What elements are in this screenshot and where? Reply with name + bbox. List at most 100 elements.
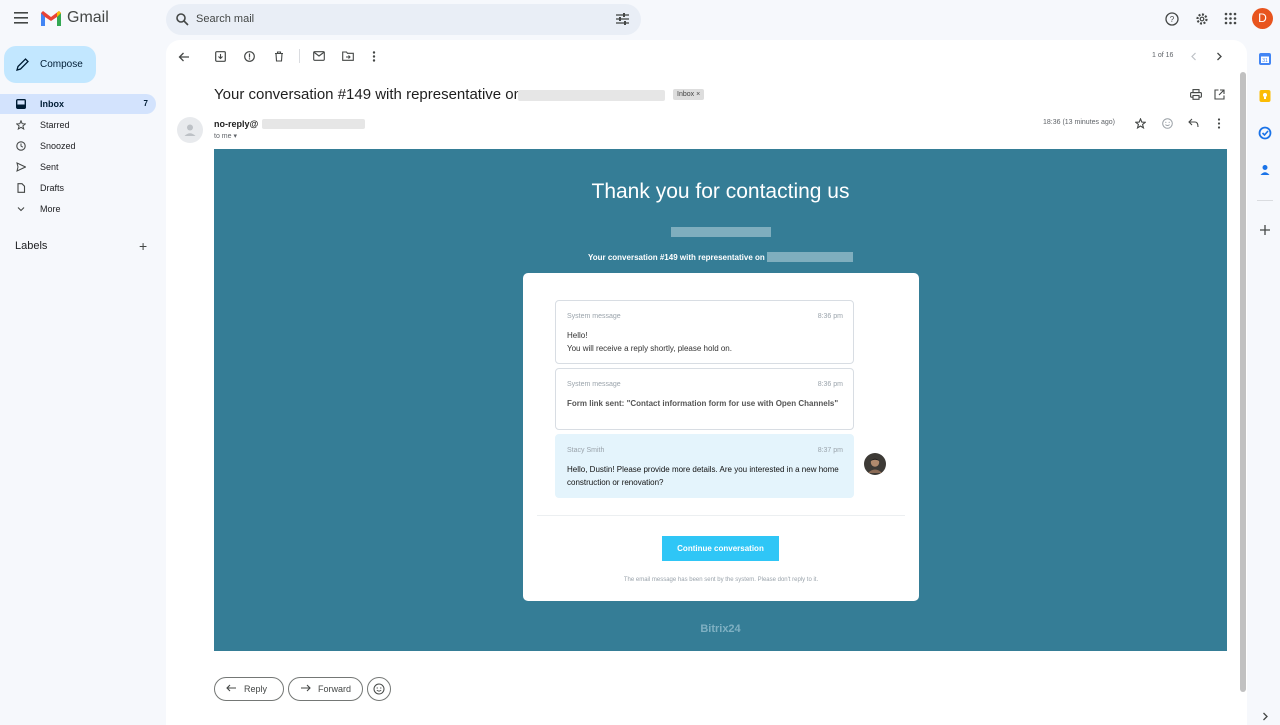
more-options-icon[interactable] (372, 51, 376, 62)
clock-icon (16, 141, 26, 151)
redacted-text (767, 252, 854, 262)
app-name: Gmail (67, 9, 109, 26)
message-timestamp: 8:36 pm (817, 313, 843, 320)
message-text: Hello! You will receive a reply shortly,… (567, 329, 842, 355)
sidebar-item-label: Drafts (40, 183, 65, 193)
reply-arrow-icon[interactable] (1188, 118, 1199, 128)
system-note: The email message has been sent by the s… (623, 577, 819, 583)
inbox-label-chip[interactable]: Inbox × (673, 89, 705, 100)
star-toggle-icon[interactable] (1135, 118, 1146, 129)
agent-avatar (864, 453, 886, 475)
labels-heading: Labels (15, 240, 48, 252)
recipient-text: to me (214, 133, 232, 140)
sidebar-item-sent[interactable]: Sent (0, 157, 156, 177)
send-icon (16, 162, 26, 172)
email-subtitle: Your conversation #149 with representati… (214, 252, 1227, 262)
sidebar-item-label: Starred (40, 120, 70, 130)
card-divider (537, 515, 905, 516)
reply-arrow-icon (226, 684, 237, 693)
keep-notes-icon[interactable] (1258, 89, 1272, 103)
message-timestamp: 8:36 pm (817, 381, 843, 388)
compose-button[interactable]: Compose (4, 46, 96, 83)
sidebar-item-inbox[interactable]: Inbox 7 (0, 94, 156, 114)
expand-side-panel-icon[interactable] (1262, 712, 1269, 721)
email-title: Thank you for contacting us (591, 180, 850, 203)
message-time: 18:36 (13 minutes ago) (1043, 119, 1115, 126)
emoji-reaction-button[interactable] (367, 677, 391, 701)
back-arrow-icon[interactable] (178, 51, 190, 63)
chat-message: System message 8:36 pm Form link sent: "… (555, 368, 854, 430)
newer-chevron-icon[interactable] (1190, 52, 1197, 61)
sidebar-item-drafts[interactable]: Drafts (0, 178, 156, 198)
pencil-icon (16, 58, 29, 71)
main-menu-icon[interactable] (14, 12, 28, 26)
compose-label: Compose (40, 59, 83, 70)
reply-label: Reply (244, 684, 268, 694)
gmail-logo-icon[interactable] (40, 10, 62, 27)
sidebar-item-label: Snoozed (40, 141, 76, 151)
message-line: You will receive a reply shortly, please… (567, 344, 732, 353)
account-avatar[interactable]: D (1252, 8, 1273, 29)
mark-unread-icon[interactable] (313, 51, 325, 61)
sidebar-item-starred[interactable]: Starred (0, 115, 156, 135)
settings-gear-icon[interactable] (1195, 12, 1209, 26)
sidebar-item-snoozed[interactable]: Snoozed (0, 136, 156, 156)
message-text: Form link sent: "Contact information for… (567, 399, 839, 408)
star-icon (16, 120, 26, 130)
scrollbar-thumb[interactable] (1240, 72, 1246, 692)
help-icon[interactable]: ? (1165, 12, 1179, 26)
redacted-text (262, 119, 365, 129)
email-subtitle-text: Your conversation #149 with representati… (587, 253, 765, 262)
redacted-text (518, 90, 665, 101)
chevron-down-icon (16, 204, 26, 214)
sidebar-item-label: Sent (40, 162, 59, 172)
search-options-icon[interactable] (616, 13, 629, 25)
draft-icon (16, 183, 26, 193)
message-line: Hello! (567, 331, 588, 340)
redacted-text (671, 227, 771, 237)
svg-text:?: ? (1170, 15, 1175, 24)
message-author: System message (567, 313, 621, 320)
calendar-icon[interactable]: 31 (1258, 52, 1272, 66)
delete-trash-icon[interactable] (274, 51, 284, 62)
search-input[interactable]: Search mail (196, 13, 254, 25)
report-spam-icon[interactable] (244, 51, 255, 62)
contacts-icon[interactable] (1258, 163, 1272, 177)
add-label-button[interactable]: + (139, 238, 147, 254)
reply-button[interactable]: Reply (214, 677, 284, 701)
toolbar-divider (299, 49, 300, 63)
unread-count-badge: 7 (143, 99, 148, 108)
move-to-folder-icon[interactable] (342, 51, 354, 61)
search-bar[interactable]: Search mail (166, 4, 641, 35)
sidebar-item-label: Inbox (40, 99, 64, 109)
continue-conversation-button[interactable]: Continue conversation (662, 536, 779, 561)
tasks-icon[interactable] (1258, 126, 1272, 140)
message-subject: Your conversation #149 with representati… (214, 86, 522, 103)
sidebar-item-label: More (40, 204, 61, 214)
caret-down-icon: ▾ (233, 133, 237, 140)
sender-address: no-reply@ (214, 119, 259, 129)
message-author: Stacy Smith (567, 447, 605, 454)
apps-grid-icon[interactable] (1224, 12, 1237, 25)
older-chevron-icon[interactable] (1216, 52, 1223, 61)
forward-button[interactable]: Forward (288, 677, 363, 701)
brand-logo: Bitrix24 (700, 623, 741, 635)
recipient-details[interactable]: to me ▾ (214, 132, 237, 140)
search-icon[interactable] (176, 13, 189, 26)
message-text: Hello, Dustin! Please provide more detai… (567, 465, 839, 487)
chat-message-agent: Stacy Smith 8:37 pm Hello, Dustin! Pleas… (555, 434, 854, 498)
emoji-react-icon[interactable] (1162, 118, 1173, 129)
forward-label: Forward (318, 684, 352, 694)
add-addon-icon[interactable] (1258, 223, 1272, 237)
open-in-new-window-icon[interactable] (1214, 89, 1225, 100)
archive-icon[interactable] (215, 51, 226, 62)
chat-message: System message 8:36 pm Hello! You will r… (555, 300, 854, 364)
sender-avatar (177, 117, 203, 143)
message-more-icon[interactable] (1217, 118, 1221, 129)
message-timestamp: 8:37 pm (817, 447, 843, 454)
sidebar-item-more[interactable]: More (0, 199, 156, 219)
print-icon[interactable] (1190, 89, 1202, 100)
pager-text: 1 of 16 (1152, 52, 1174, 59)
side-panel-divider (1257, 200, 1273, 201)
inbox-icon (16, 99, 26, 109)
